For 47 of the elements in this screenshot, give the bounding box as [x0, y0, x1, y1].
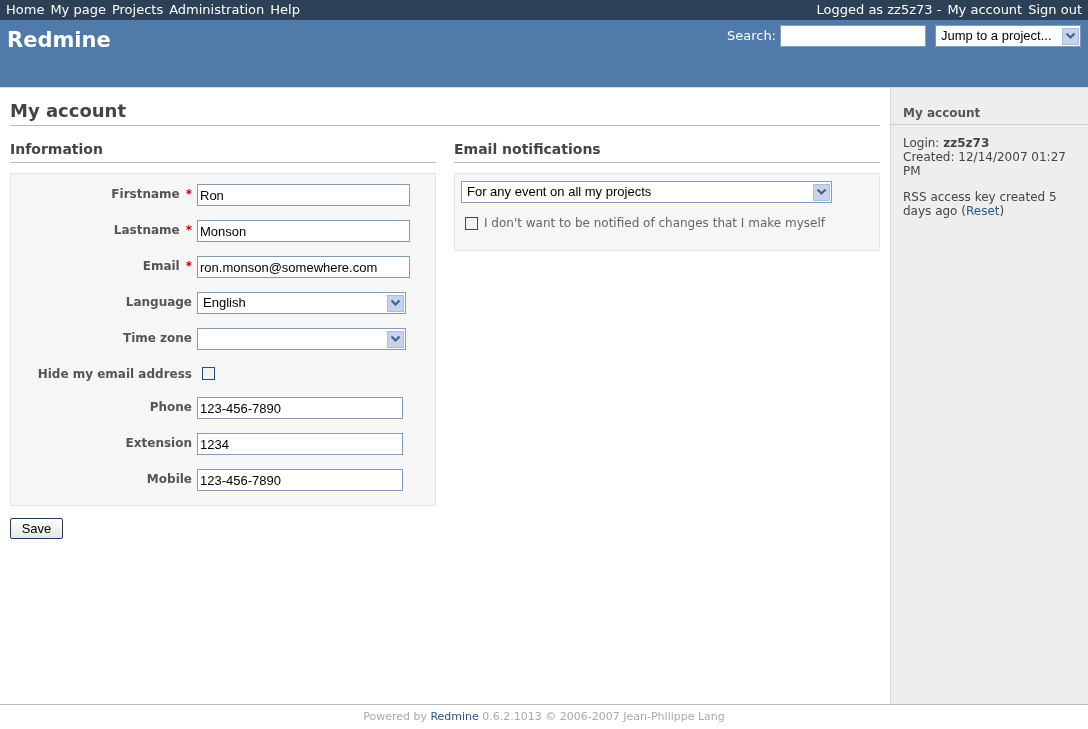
field-label: Firstname [111, 186, 180, 203]
required-mark: * [185, 258, 192, 275]
site-title: Redmine [7, 27, 111, 54]
project-jump-dropdown[interactable]: Jump to a project... [935, 25, 1081, 47]
dropdown[interactable] [197, 328, 406, 350]
field-label: Mobile [146, 471, 192, 488]
rss-key-text: RSS access key created 5 days ago (Reset) [903, 190, 1058, 218]
reset-link[interactable]: Reset [965, 204, 1000, 218]
field-label: Email [142, 258, 180, 275]
top-menu-link[interactable]: Home [6, 0, 45, 20]
checkbox[interactable] [465, 216, 478, 230]
search-label: Search: [726, 27, 776, 46]
save-button[interactable]: Save [10, 518, 63, 539]
search-field[interactable] [780, 25, 926, 47]
text-input[interactable]: 1234 [197, 433, 403, 455]
top-menu-link[interactable]: My account [947, 0, 1023, 20]
login-text: Login: zz5z73 [903, 136, 991, 150]
top-menu-link[interactable]: Projects [111, 0, 164, 20]
created-date-text: Created: 12/14/2007 01:27 PM [903, 150, 1067, 178]
top-menu-link[interactable]: Help [270, 0, 300, 20]
logged-in-user-text: Logged as zz5z73 - [816, 1, 942, 20]
redmine-link[interactable]: Redmine [430, 709, 479, 723]
field-label: Extension [125, 435, 192, 452]
text-input[interactable]: ron.monson@somewhere.com [197, 256, 410, 278]
sidebar-heading: My account [891, 104, 1088, 125]
text-input[interactable]: 123-456-7890 [197, 397, 403, 419]
footer-text: Powered by Redmine 0.6.2.1013 © 2006-2007 Jean-Philippe Lang [363, 708, 725, 725]
checkbox-label: I don't want to be notified of changes that I make myself [484, 215, 825, 232]
text-input[interactable]: 123-456-7890 [197, 469, 403, 491]
field-label: Hide my email address [37, 366, 192, 383]
top-menu-link[interactable]: Sign out [1028, 0, 1082, 20]
field-label: Language [125, 294, 192, 311]
page-title: My account [10, 97, 880, 126]
section-heading: Email notifications [454, 139, 880, 163]
field-label: Time zone [122, 330, 192, 347]
section-heading: Information [10, 139, 436, 163]
notification-dropdown[interactable]: For any event on all my projects [461, 181, 832, 203]
field-label: Phone [149, 399, 192, 416]
required-mark: * [185, 186, 192, 203]
top-menu-link[interactable]: My page [50, 0, 106, 20]
required-mark: * [185, 222, 192, 239]
dropdown[interactable]: English [197, 292, 406, 314]
text-input[interactable]: Monson [197, 220, 410, 242]
field-label: Lastname [113, 222, 180, 239]
checkbox[interactable] [202, 367, 215, 380]
text-input[interactable]: Ron [197, 184, 410, 206]
top-menu-link[interactable]: Administration [169, 0, 265, 20]
